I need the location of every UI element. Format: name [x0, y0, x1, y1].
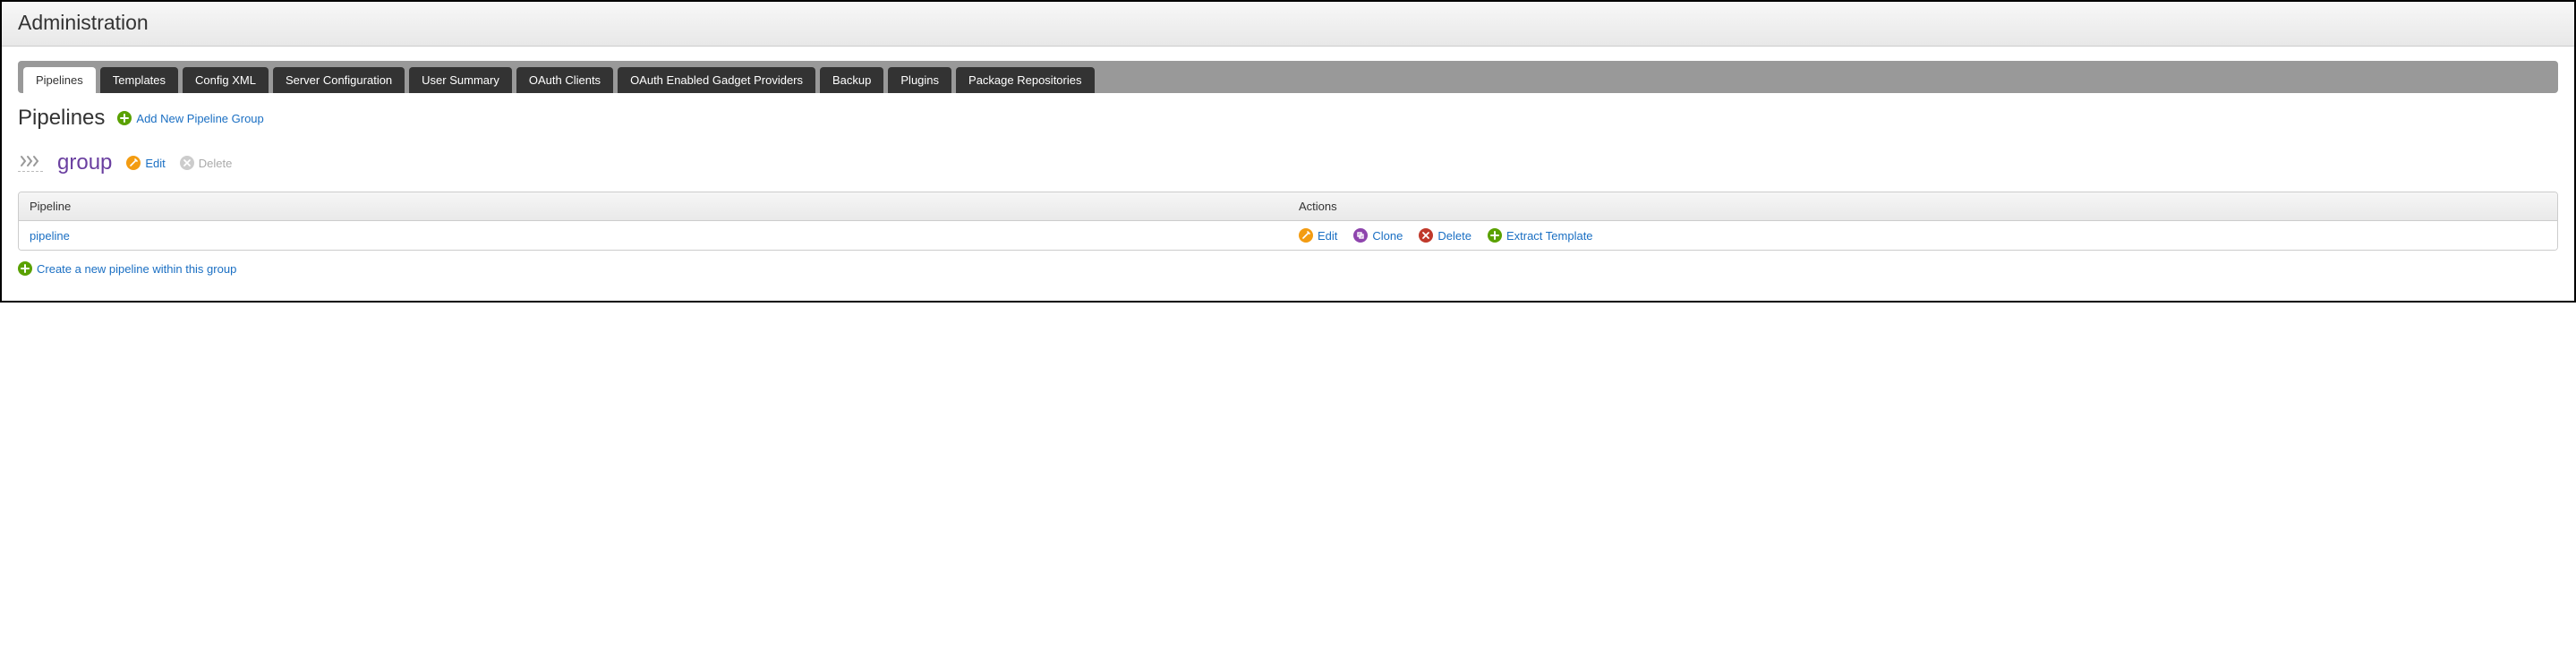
page-title: Administration	[18, 11, 2558, 35]
admin-tabbar: Pipelines Templates Config XML Server Co…	[18, 61, 2558, 93]
group-delete-button: Delete	[180, 156, 233, 170]
tab-templates[interactable]: Templates	[100, 67, 178, 93]
section-title: Pipelines	[18, 106, 105, 131]
add-pipeline-group-button[interactable]: Add New Pipeline Group	[117, 111, 263, 125]
tab-backup[interactable]: Backup	[820, 67, 883, 93]
tab-oauth-clients[interactable]: OAuth Clients	[516, 67, 613, 93]
table-header: Pipeline Actions	[19, 192, 2557, 221]
pipeline-delete-label: Delete	[1437, 229, 1471, 243]
pipeline-name-link[interactable]: pipeline	[30, 229, 70, 243]
add-pipeline-group-label: Add New Pipeline Group	[136, 112, 263, 125]
tab-server-configuration[interactable]: Server Configuration	[273, 67, 405, 93]
tab-pipelines[interactable]: Pipelines	[23, 67, 96, 93]
copy-icon	[1353, 228, 1368, 243]
col-header-actions: Actions	[1288, 192, 2557, 220]
pencil-icon	[126, 156, 141, 170]
group-delete-label: Delete	[199, 157, 233, 170]
create-pipeline-label: Create a new pipeline within this group	[37, 262, 236, 276]
pipelines-table: Pipeline Actions pipeline Edit	[18, 192, 2558, 251]
pencil-icon	[1299, 228, 1313, 243]
pipeline-extract-template-button[interactable]: Extract Template	[1488, 228, 1593, 243]
pipeline-extract-label: Extract Template	[1506, 229, 1593, 243]
pipeline-edit-button[interactable]: Edit	[1299, 228, 1337, 243]
tab-config-xml[interactable]: Config XML	[183, 67, 269, 93]
pipeline-clone-label: Clone	[1372, 229, 1403, 243]
group-edit-label: Edit	[145, 157, 165, 170]
tab-package-repositories[interactable]: Package Repositories	[956, 67, 1094, 93]
tab-user-summary[interactable]: User Summary	[409, 67, 512, 93]
group-name: group	[57, 150, 112, 175]
group-expand-toggle[interactable]	[18, 154, 43, 172]
col-header-pipeline: Pipeline	[19, 192, 1288, 220]
pipeline-edit-label: Edit	[1318, 229, 1337, 243]
x-icon	[180, 156, 194, 170]
plus-icon	[1488, 228, 1502, 243]
group-edit-button[interactable]: Edit	[126, 156, 165, 170]
plus-icon	[117, 111, 132, 125]
tab-plugins[interactable]: Plugins	[888, 67, 951, 93]
page-header: Administration	[2, 2, 2574, 47]
plus-icon	[18, 261, 32, 276]
pipeline-clone-button[interactable]: Clone	[1353, 228, 1403, 243]
pipeline-delete-button[interactable]: Delete	[1419, 228, 1471, 243]
table-row: pipeline Edit Clone	[19, 221, 2557, 250]
tab-oauth-gadget-providers[interactable]: OAuth Enabled Gadget Providers	[618, 67, 815, 93]
x-icon	[1419, 228, 1433, 243]
create-pipeline-button[interactable]: Create a new pipeline within this group	[18, 261, 236, 276]
